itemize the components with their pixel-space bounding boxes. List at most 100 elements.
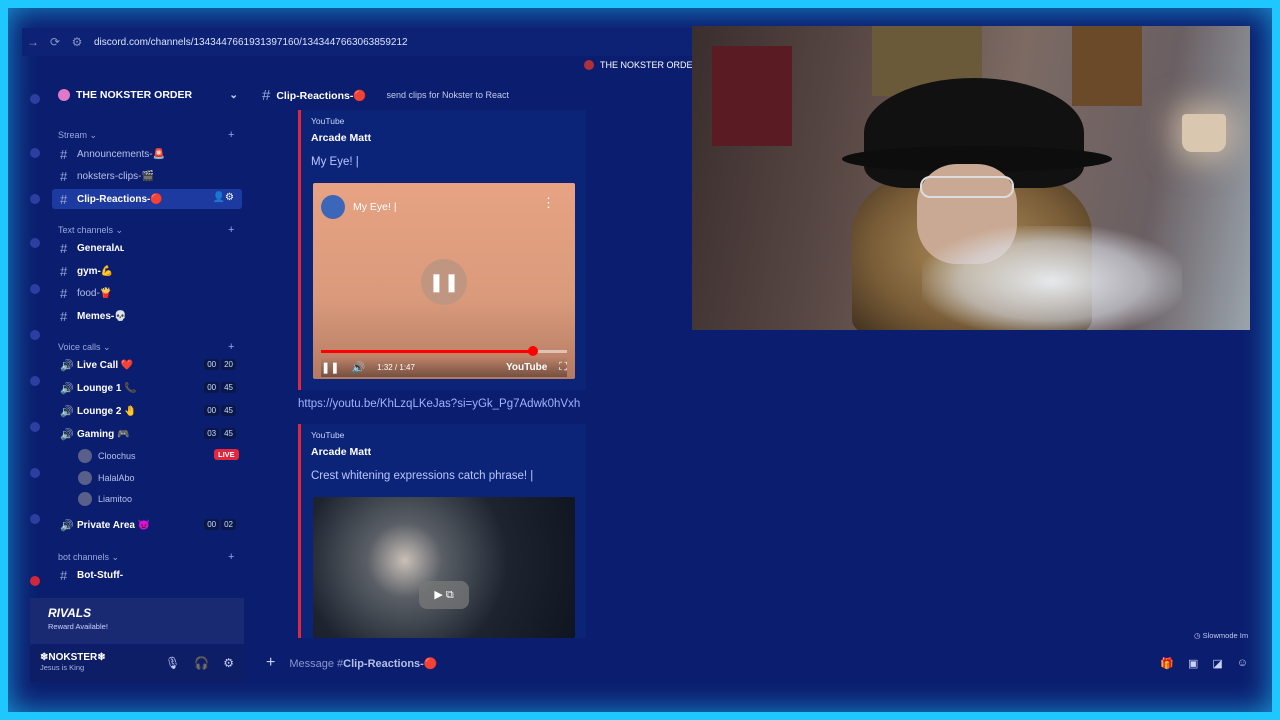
category-stream[interactable]: Stream ⌄ + [58,129,234,141]
vapor-cloud [922,226,1182,330]
video-player[interactable]: My Eye! | ⋮ ❚❚ ❚❚ 🔊 1:32 / 1:47 YouTube … [313,183,575,379]
category-label: Text channels [58,225,114,235]
category-voice-calls[interactable]: Voice calls ⌄ + [58,341,234,353]
server-icon[interactable] [30,468,40,478]
voice-member[interactable]: HalalAbo [78,469,135,487]
server-icon[interactable] [30,330,40,340]
reward-text: Reward Available! [48,622,108,631]
embed-author[interactable]: Arcade Matt [311,132,586,144]
gif-icon[interactable]: ▣ [1188,657,1198,670]
play-button[interactable]: ▶ ⧉ [419,581,469,609]
add-attachment-icon[interactable]: + [266,654,275,672]
voice-member[interactable]: Liamitoo [78,490,132,508]
pause-button[interactable]: ❚❚ [421,259,467,305]
voice-count: 00 45 [204,382,236,393]
rivals-reward-banner[interactable]: RIVALS Reward Available! [30,598,244,644]
youtube-embed: YouTube Arcade Matt My Eye! | My Eye! | … [298,110,586,390]
channel-label: Lounge 2 🤚 [77,405,137,417]
youtube-embed: YouTube Arcade Matt Crest whitening expr… [298,424,586,638]
message-composer: + Message #Clip-Reactions-🔴 🎁 ▣ ◪ ☺ [258,648,1248,678]
add-channel-icon[interactable]: + [228,341,234,353]
voice-private-area[interactable]: 🔊 Private Area 👿 00 02 [52,515,242,535]
guild-header[interactable]: THE NOKSTER ORDER ⌄ [48,80,244,110]
embed-title[interactable]: My Eye! | [311,156,586,168]
voice-member[interactable]: Cloochus LIVE [78,447,239,465]
headphones-icon[interactable]: 🎧 [194,656,209,670]
channel-bot-stuff[interactable]: # Bot-Stuff- [52,565,242,585]
add-channel-icon[interactable]: + [228,551,234,563]
embed-provider[interactable]: YouTube [311,430,586,440]
server-icon[interactable] [30,576,40,586]
browser-address-bar: → ⟳ ⚙ discord.com/channels/1343447661931… [22,28,702,56]
hash-icon: # [60,168,68,184]
embed-title[interactable]: Crest whitening expressions catch phrase… [311,470,586,482]
server-icon[interactable] [30,148,40,158]
voice-lounge-1[interactable]: 🔊 Lounge 1 📞 00 45 [52,378,242,398]
site-info-icon[interactable]: ⚙ [66,35,88,49]
channel-food[interactable]: # food-🍟 [52,283,242,303]
category-bot-channels[interactable]: bot channels ⌄ + [58,551,234,563]
channel-avatar[interactable] [321,195,345,219]
channel-announcements[interactable]: # Announcements-🚨 [52,144,242,164]
server-icon[interactable] [30,238,40,248]
server-icon[interactable] [30,376,40,386]
pause-icon[interactable]: ❚❚ [321,361,339,374]
youtube-logo[interactable]: YouTube [506,362,547,373]
channel-noksters-clips[interactable]: # noksters-clips-🎬 [52,166,242,186]
chevron-down-icon: ⌄ [229,89,238,101]
server-icon[interactable] [30,94,40,104]
member-name: Liamitoo [98,494,133,504]
channel-topic[interactable]: send clips for Nokster to React [386,90,509,100]
channel-sidebar: THE NOKSTER ORDER ⌄ Stream ⌄ + # Announc… [48,80,244,646]
channel-memes[interactable]: # Memes-💀 [52,306,242,326]
server-tag-icon [584,60,594,70]
fullscreen-icon[interactable]: ⛶ [559,361,567,374]
channel-clip-reactions[interactable]: # Clip-Reactions-🔴 👤⚙ [52,189,242,209]
video-title[interactable]: My Eye! | [353,201,397,213]
server-tag: THE NOKSTER ORDER [584,60,699,70]
lamp [1182,114,1226,152]
channel-label: Bot-Stuff- [77,569,124,581]
hash-icon: # [60,308,68,324]
emoji-icon[interactable]: ☺ [1237,657,1248,670]
more-options-icon[interactable]: ⋮ [542,195,555,211]
video-thumbnail[interactable]: ▶ ⧉ [313,497,575,638]
server-icon[interactable] [30,194,40,204]
voice-lounge-2[interactable]: 🔊 Lounge 2 🤚 00 45 [52,401,242,421]
server-icon[interactable] [30,284,40,294]
speaker-icon: 🔊 [60,519,74,532]
reload-icon[interactable]: ⟳ [44,35,66,49]
server-icon[interactable] [30,514,40,524]
category-text-channels[interactable]: Text channels ⌄ + [58,224,234,236]
embed-provider[interactable]: YouTube [311,116,586,126]
channel-gym[interactable]: # gym-💪 [52,261,242,281]
microphone-icon[interactable]: 🎙 [165,656,180,670]
category-label: bot channels [58,552,110,562]
speaker-icon: 🔊 [60,428,74,441]
seek-bar[interactable] [321,346,567,356]
category-label: Stream [58,130,88,140]
channel-label: Memes-💀 [77,310,127,322]
volume-icon[interactable]: 🔊 [351,361,365,374]
message-input[interactable]: Message #Clip-Reactions-🔴 [289,657,437,670]
channel-general[interactable]: # Generalʌʟ [52,238,242,258]
streamer-glasses [920,176,1014,198]
add-channel-icon[interactable]: + [228,224,234,236]
server-icon[interactable] [30,422,40,432]
url-text[interactable]: discord.com/channels/1343447661931397160… [94,37,408,48]
voice-live-call[interactable]: 🔊 Live Call ❤️ 00 20 [52,355,242,375]
sticker-icon[interactable]: ◪ [1212,657,1222,670]
embed-author[interactable]: Arcade Matt [311,446,586,458]
voice-gaming[interactable]: 🔊 Gaming 🎮 03 45 [52,424,242,444]
avatar [78,449,92,463]
gift-icon[interactable]: 🎁 [1160,657,1174,670]
channel-title: Clip-Reactions-🔴 [276,89,367,102]
seek-handle[interactable] [527,346,538,356]
add-channel-icon[interactable]: + [228,129,234,141]
avatar [78,492,92,506]
forward-icon[interactable]: → [22,35,44,49]
server-rail [22,86,48,596]
message-link[interactable]: https://youtu.be/KhLzqLKeJas?si=yGk_Pg7A… [298,398,580,410]
gear-icon[interactable]: ⚙ [223,656,234,670]
channel-settings-icon[interactable]: 👤⚙ [213,192,234,203]
